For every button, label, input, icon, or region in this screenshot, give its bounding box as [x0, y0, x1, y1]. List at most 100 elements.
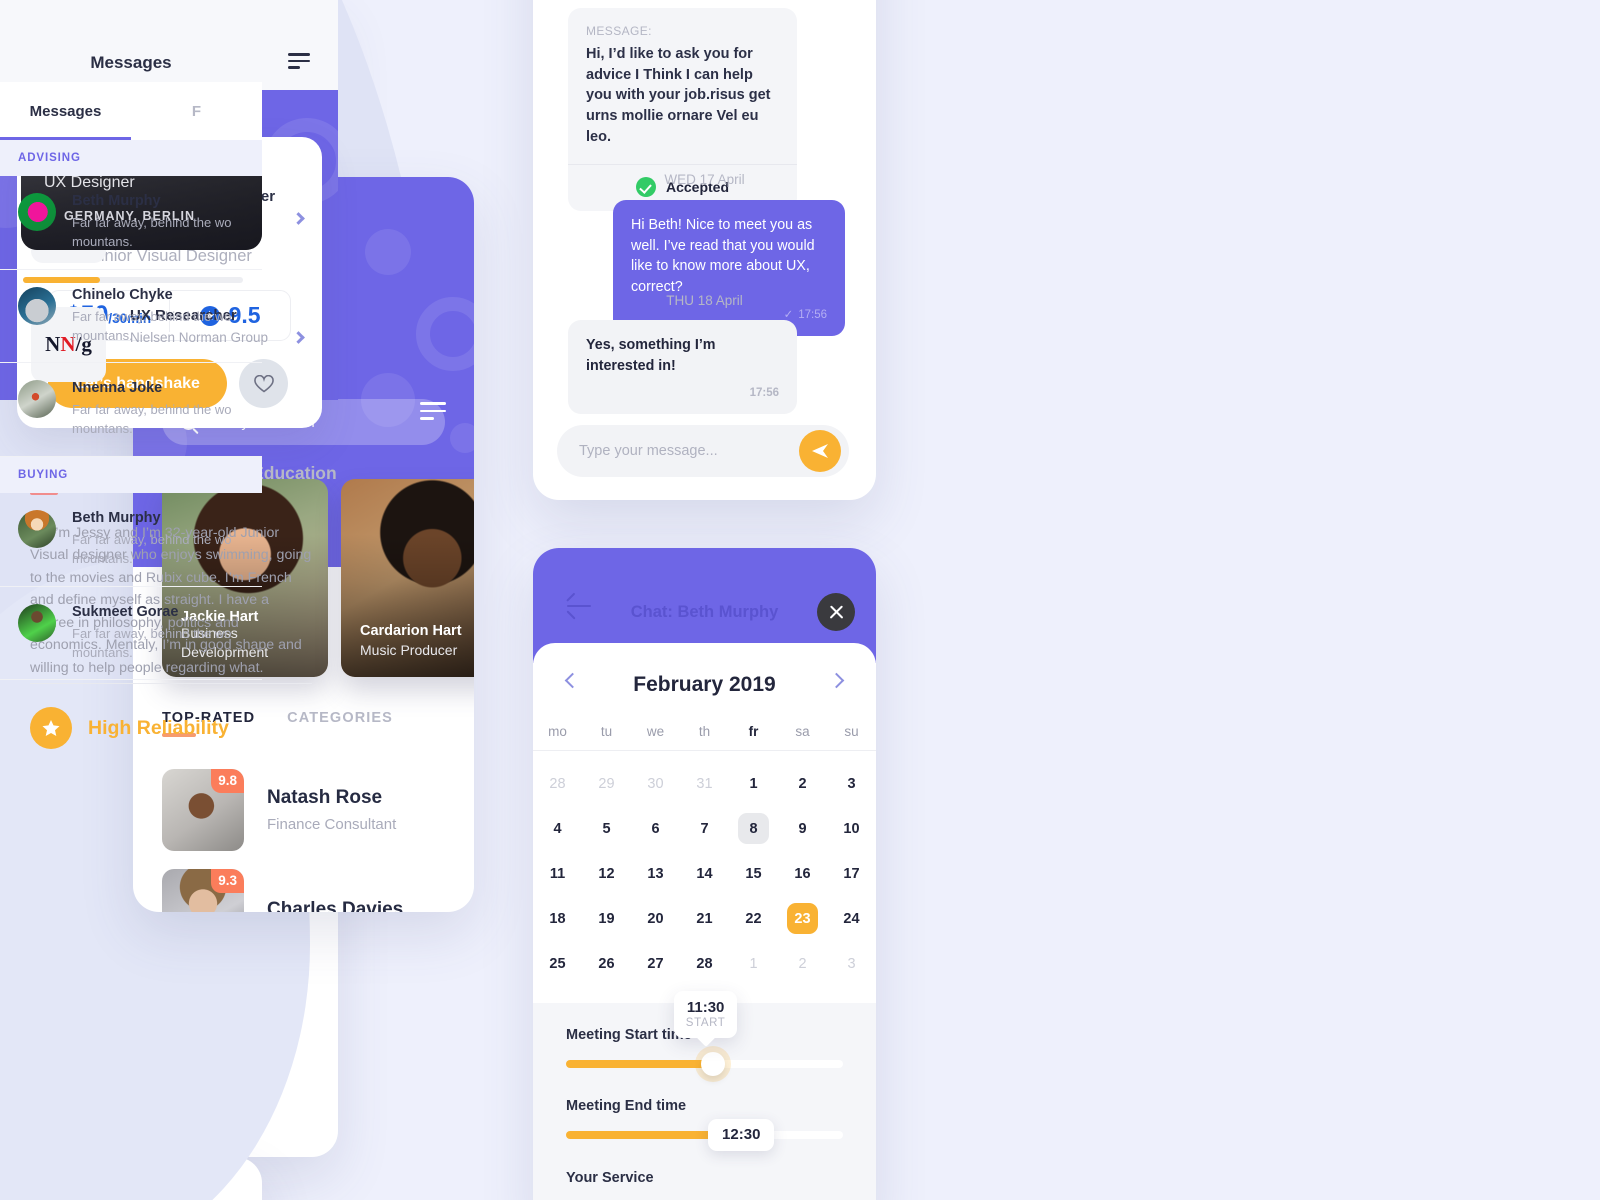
calendar-day-number: 18: [549, 910, 566, 927]
coach-name: Charles Davies: [267, 899, 404, 912]
calendar-weekday-header: mo tu we th fr sa su: [533, 724, 876, 739]
calendar-day[interactable]: 11: [533, 851, 582, 896]
calendar-day: 3: [827, 941, 876, 986]
calendar-day[interactable]: 27: [631, 941, 680, 986]
coach-name: Natash Rose: [267, 787, 383, 808]
divider: [533, 750, 876, 751]
calendar-day[interactable]: 20: [631, 896, 680, 941]
calendar-day[interactable]: 22: [729, 896, 778, 941]
calendar-day: 1: [729, 941, 778, 986]
date-separator: WED 17 April: [664, 172, 745, 187]
calendar-day-number: 20: [647, 910, 664, 927]
calendar-day: 29: [582, 761, 631, 806]
calendar-day[interactable]: 18: [533, 896, 582, 941]
date-separator: THU 18 April: [666, 293, 743, 308]
calendar-widget: February 2019 mo tu we th fr sa su 28 29 3…: [533, 643, 876, 1003]
divider: [30, 683, 312, 684]
your-service-label: Your Service: [566, 1170, 654, 1186]
calendar-day[interactable]: 2: [778, 761, 827, 806]
request-label: MESSAGE:: [586, 24, 652, 38]
weekday: mo: [548, 724, 567, 739]
tab-education[interactable]: Education: [252, 463, 337, 495]
calendar-day[interactable]: 12: [582, 851, 631, 896]
message-time: 17:56: [749, 387, 779, 400]
calendar-day[interactable]: 15: [729, 851, 778, 896]
start-time-slider-knob[interactable]: [700, 1052, 725, 1076]
weekday: th: [698, 724, 711, 739]
calendar-day-number: 30: [647, 775, 664, 792]
calendar-day[interactable]: 16: [778, 851, 827, 896]
calendar-day[interactable]: 10: [827, 806, 876, 851]
calendar-day[interactable]: 6: [631, 806, 680, 851]
weekday: tu: [600, 724, 613, 739]
tab-categories[interactable]: CATEGORIES: [287, 710, 393, 737]
message-time: 17:56: [798, 308, 827, 321]
chat-bubble-incoming: Yes, something I’m interested in! 17:56: [568, 320, 797, 415]
coach-thumbnail: 9.3: [162, 869, 244, 912]
calendar-day[interactable]: 9: [778, 806, 827, 851]
calendar-day-number: 23: [787, 903, 818, 934]
calendar-day[interactable]: 13: [631, 851, 680, 896]
rating-badge: 9.3: [211, 869, 244, 893]
calendar-day: 30: [631, 761, 680, 806]
calendar-day[interactable]: 17: [827, 851, 876, 896]
calendar-day: 28: [533, 761, 582, 806]
weekday: su: [844, 724, 859, 739]
calendar-day-number: 17: [843, 865, 860, 882]
weekday: we: [646, 724, 665, 739]
calendar-day-number: 2: [798, 955, 807, 972]
weekday: sa: [795, 724, 810, 739]
end-time-slider[interactable]: [566, 1131, 843, 1139]
calendar-day-number: 11: [549, 865, 566, 882]
calendar-day[interactable]: 19: [582, 896, 631, 941]
calendar-day-number: 2: [798, 775, 807, 792]
calendar-day-number: 19: [598, 910, 615, 927]
coach-card[interactable]: Cardarion Hart Music Producer: [341, 479, 474, 677]
calendar-day-number: 5: [602, 820, 611, 837]
start-time-value: 11:30: [686, 999, 725, 1016]
start-time-tooltip: 11:30 START: [673, 991, 738, 1038]
calendar-day[interactable]: 1: [729, 761, 778, 806]
calendar-day[interactable]: 25: [533, 941, 582, 986]
calendar-day-number: 25: [549, 955, 566, 972]
calendar-day-number: 22: [745, 910, 762, 927]
request-body: Hi, I’d like to ask you for advice I Thi…: [586, 46, 771, 145]
calendar-day-number: 28: [549, 775, 566, 792]
calendar-day-number: 21: [696, 910, 713, 927]
calendar-day-number: 6: [651, 820, 660, 837]
message-composer[interactable]: Type your message...: [557, 425, 849, 477]
calendar-day[interactable]: 14: [680, 851, 729, 896]
coach-role: Finance Consultant: [267, 816, 397, 833]
calendar-day[interactable]: 7: [680, 806, 729, 851]
coach-name: Cardarion Hart: [360, 623, 462, 639]
close-icon[interactable]: [817, 593, 855, 631]
calendar-day[interactable]: 3: [827, 761, 876, 806]
calendar-day-number: 13: [647, 865, 664, 882]
booking-screen: Chat: Beth Murphy February 2019 mo tu we…: [533, 548, 876, 1200]
calendar-day-number: 3: [847, 775, 856, 792]
chat-bubble-outgoing: Hi Beth! Nice to meet you as well. I’ve …: [613, 200, 845, 336]
calendar-day[interactable]: 24: [827, 896, 876, 941]
calendar-day[interactable]: 28: [680, 941, 729, 986]
calendar-day: 2: [778, 941, 827, 986]
app-canvas: Welcome to UpMarkit We’ve found 94 coach…: [0, 0, 1600, 1200]
calendar-day-number: 14: [696, 865, 713, 882]
calendar-day-number: 29: [598, 775, 615, 792]
start-time-label: Meeting Start time: [566, 1027, 692, 1043]
calendar-day[interactable]: 4: [533, 806, 582, 851]
calendar-day[interactable]: 23: [778, 896, 827, 941]
calendar-day-number: 12: [598, 865, 615, 882]
message-input-placeholder: Type your message...: [579, 443, 718, 459]
calendar-day-number: 16: [794, 865, 811, 882]
list-item[interactable]: 9.8 Natash Rose Finance Consultant: [162, 769, 396, 851]
calendar-day[interactable]: 21: [680, 896, 729, 941]
calendar-day[interactable]: 5: [582, 806, 631, 851]
reliability-badge: High Reliability: [30, 707, 229, 749]
list-item[interactable]: 9.3 Charles Davies: [162, 869, 403, 912]
rating-badge: 9.8: [211, 769, 244, 793]
calendar-day-number: 7: [700, 820, 709, 837]
calendar-day[interactable]: 8: [729, 806, 778, 851]
coach-role: Music Producer: [360, 642, 458, 659]
calendar-day[interactable]: 26: [582, 941, 631, 986]
send-icon[interactable]: [799, 430, 841, 472]
